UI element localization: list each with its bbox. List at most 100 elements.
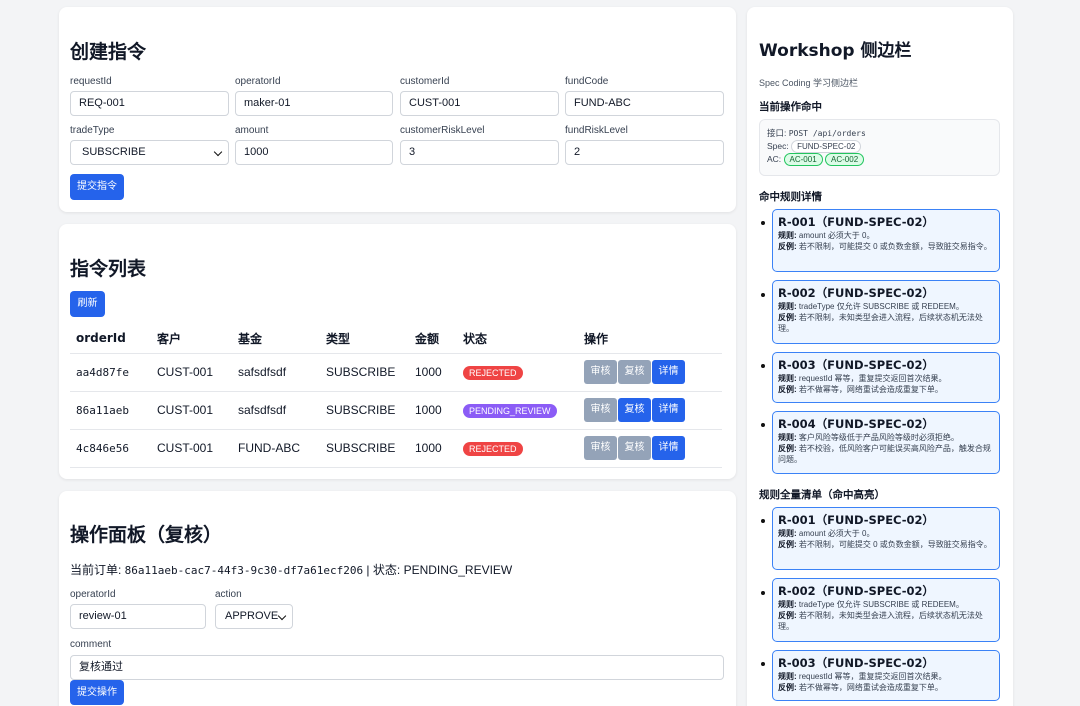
hit-rule-card: R-004（FUND-SPEC-02） 规则: 客户风险等级低于产品风险等级时必… <box>772 411 1000 474</box>
amount-cell: 1000 <box>409 429 457 468</box>
api-line: 接口: POST /api/orders <box>767 127 992 140</box>
current-order-prefix: 当前订单: <box>70 563 125 577</box>
order-id-cell: aa4d87fe <box>70 353 151 392</box>
customer-id-input[interactable]: CUST-001 <box>400 91 559 116</box>
audit-button[interactable]: 审核 <box>584 436 617 460</box>
actions-cell: 审核 复核 详情 <box>578 353 722 392</box>
col-status: 状态 <box>457 324 578 354</box>
customer-cell: CUST-001 <box>151 353 232 392</box>
actions-cell: 审核 复核 详情 <box>578 429 722 468</box>
bullet-icon <box>761 364 765 368</box>
recheck-button[interactable]: 复核 <box>618 398 651 422</box>
status-cell: PENDING_REVIEW <box>457 391 578 430</box>
current-hit-title: 当前操作命中 <box>759 101 822 113</box>
status-cell: REJECTED <box>457 353 578 392</box>
customer-risk-level-input[interactable]: 3 <box>400 140 559 165</box>
bullet-icon <box>761 591 765 595</box>
rule-title: R-003（FUND-SPEC-02） <box>778 656 935 670</box>
audit-button[interactable]: 审核 <box>584 398 617 422</box>
ac-chip: AC-002 <box>825 153 865 166</box>
rule-text: 规则: amount 必须大于 0。 <box>778 231 875 240</box>
rule-title: R-002（FUND-SPEC-02） <box>778 584 935 598</box>
current-order-id: 86a11aeb-cac7-44f3-9c30-df7a61ecf206 <box>124 564 364 577</box>
request-id-input[interactable]: REQ-001 <box>70 91 229 116</box>
operation-panel-title: 操作面板（复核） <box>70 524 223 546</box>
table-header-row: orderId 客户 基金 类型 金额 状态 操作 <box>70 324 722 354</box>
bullet-icon <box>761 221 765 225</box>
type-cell: SUBSCRIBE <box>320 429 409 468</box>
rule-counter: 反例: 若不做幂等，网络重试会造成重复下单。 <box>778 385 943 394</box>
col-customer: 客户 <box>151 324 232 354</box>
rule-counter: 反例: 若不限制，可能提交 0 或负数金额，导致脏交易指令。 <box>778 242 992 251</box>
audit-button[interactable]: 审核 <box>584 360 617 384</box>
table-row: 4c846e56 CUST-001 FUND-ABC SUBSCRIBE 100… <box>70 429 722 468</box>
rule-counter: 反例: 若不限制，未知类型会进入流程，后续状态机无法处理。 <box>778 313 983 333</box>
rule-counter: 反例: 若不限制，未知类型会进入流程，后续状态机无法处理。 <box>778 611 983 631</box>
status-badge: PENDING_REVIEW <box>463 403 557 418</box>
type-cell: SUBSCRIBE <box>320 391 409 430</box>
recheck-button[interactable]: 复核 <box>618 436 651 460</box>
order-list-title: 指令列表 <box>70 258 147 280</box>
order-id-cell: 4c846e56 <box>70 429 151 468</box>
rule-title: R-003（FUND-SPEC-02） <box>778 358 935 372</box>
rule-title: R-001（FUND-SPEC-02） <box>778 215 935 229</box>
hit-rules-title: 命中规则详情 <box>759 191 822 203</box>
rule-text: 规则: 客户风险等级低于产品风险等级时必须拒绝。 <box>778 433 959 442</box>
col-type: 类型 <box>320 324 409 354</box>
api-label: 接口: <box>767 128 789 138</box>
bullet-icon <box>761 423 765 427</box>
col-order-id: orderId <box>70 324 151 354</box>
ac-chip: AC-001 <box>783 153 823 166</box>
fund-code-label: fundCode <box>565 76 609 87</box>
amount-cell: 1000 <box>409 391 457 430</box>
amount-cell: 1000 <box>409 353 457 392</box>
customer-id-label: customerId <box>400 76 450 87</box>
amount-input[interactable]: 1000 <box>235 140 393 165</box>
submit-operation-button[interactable]: 提交操作 <box>70 680 124 705</box>
operator-id-input[interactable]: maker-01 <box>235 91 393 116</box>
action-label: action <box>215 589 242 600</box>
hit-rule-card: R-002（FUND-SPEC-02） 规则: tradeType 仅允许 SU… <box>772 280 1000 344</box>
all-rule-card: R-003（FUND-SPEC-02） 规则: requestId 幂等，重复提… <box>772 650 1000 701</box>
fund-risk-level-label: fundRiskLevel <box>565 125 628 136</box>
hit-rule-card: R-001（FUND-SPEC-02） 规则: amount 必须大于 0。 反… <box>772 209 1000 272</box>
api-value: POST /api/orders <box>788 129 866 138</box>
fund-risk-level-input[interactable]: 2 <box>565 140 724 165</box>
submit-order-button[interactable]: 提交指令 <box>70 174 124 200</box>
spec-chip: FUND-SPEC-02 <box>791 140 862 153</box>
order-table: orderId 客户 基金 类型 金额 状态 操作 aa4d87fe CUST-… <box>70 324 722 468</box>
review-operator-id-input[interactable]: review-01 <box>70 604 206 629</box>
comment-input[interactable]: 复核通过 <box>70 655 724 680</box>
fund-cell: safsdfsdf <box>232 353 320 392</box>
request-id-label: requestId <box>70 76 112 87</box>
fund-cell: FUND-ABC <box>232 429 320 468</box>
create-order-card: 创建指令 requestId REQ-001 operatorId maker-… <box>59 7 736 212</box>
rule-text: 规则: requestId 幂等，重复提交返回首次结果。 <box>778 374 947 383</box>
table-row: 86a11aeb CUST-001 safsdfsdf SUBSCRIBE 10… <box>70 391 722 430</box>
col-amount: 金额 <box>409 324 457 354</box>
rule-counter: 反例: 若不限制，可能提交 0 或负数金额，导致脏交易指令。 <box>778 540 992 549</box>
recheck-button[interactable]: 复核 <box>618 360 651 384</box>
ac-line: AC: AC-001 AC-002 <box>767 153 992 166</box>
customer-risk-level-label: customerRiskLevel <box>400 125 485 136</box>
detail-button[interactable]: 详情 <box>652 360 685 384</box>
rule-text: 规则: tradeType 仅允许 SUBSCRIBE 或 REDEEM。 <box>778 302 964 311</box>
bullet-icon <box>761 662 765 666</box>
refresh-button[interactable]: 刷新 <box>70 291 105 317</box>
detail-button[interactable]: 详情 <box>652 398 685 422</box>
type-cell: SUBSCRIBE <box>320 353 409 392</box>
review-operator-id-label: operatorId <box>70 589 116 600</box>
trade-type-select[interactable]: SUBSCRIBE <box>70 140 229 165</box>
sidebar-subtitle: Spec Coding 学习侧边栏 <box>759 78 859 88</box>
fund-code-input[interactable]: FUND-ABC <box>565 91 724 116</box>
rule-title: R-004（FUND-SPEC-02） <box>778 417 935 431</box>
detail-button[interactable]: 详情 <box>652 436 685 460</box>
operator-id-label: operatorId <box>235 76 281 87</box>
actions-cell: 审核 复核 详情 <box>578 391 722 430</box>
amount-label: amount <box>235 125 269 136</box>
col-actions: 操作 <box>578 324 722 354</box>
comment-label: comment <box>70 639 112 650</box>
order-id-cell: 86a11aeb <box>70 391 151 430</box>
action-select[interactable]: APPROVE <box>215 604 293 629</box>
order-list-card: 指令列表 刷新 orderId 客户 基金 类型 金额 状态 操作 aa4d87… <box>59 224 736 479</box>
